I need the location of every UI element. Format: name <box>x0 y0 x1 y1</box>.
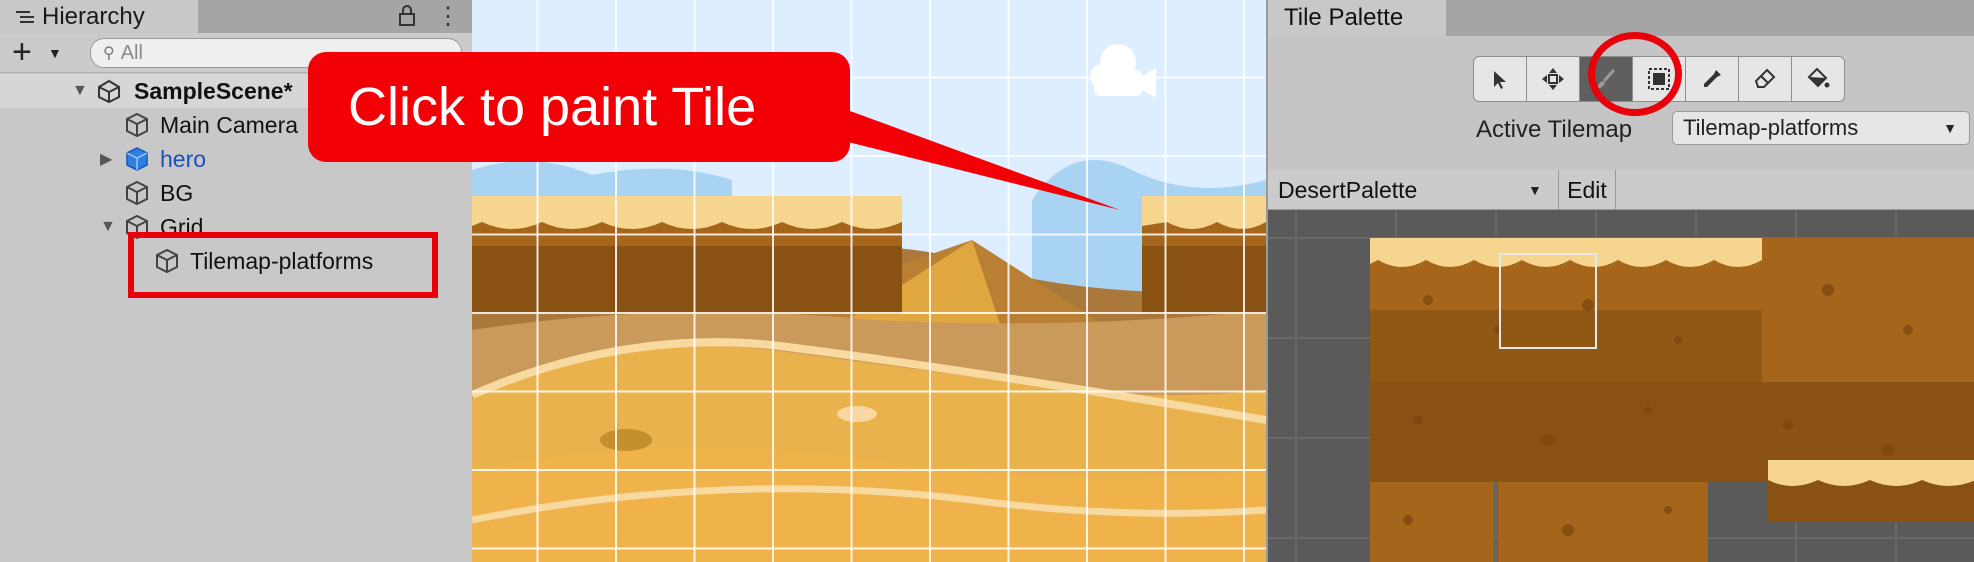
eyedropper-icon <box>1704 70 1721 87</box>
tree-item-label: BG <box>160 179 194 206</box>
move-tool-icon <box>1542 68 1564 90</box>
highlight-circle <box>1588 32 1682 116</box>
palette-tiles <box>1268 210 1974 562</box>
hierarchy-header: Hierarchy ⋮ <box>0 0 472 33</box>
palette-grid[interactable] <box>1268 210 1974 562</box>
active-tilemap-label: Active Tilemap <box>1476 116 1633 143</box>
paint-bucket-button[interactable] <box>1791 56 1845 102</box>
tile-palette-panel: Tile Palette Active Tilemap Tilemap-plat… <box>1266 0 1974 562</box>
highlight-box <box>128 232 438 298</box>
eraser-button[interactable] <box>1738 56 1792 102</box>
select-tool-icon <box>1494 71 1506 89</box>
expand-arrow-icon[interactable]: ▼ <box>100 218 116 236</box>
tree-item-label: Main Camera <box>160 111 299 138</box>
callout-label: Click to paint Tile <box>308 52 850 162</box>
palette-dropdown[interactable]: DesertPalette ▼ <box>1268 170 1558 210</box>
prefab-cube-icon <box>126 147 148 171</box>
lock-icon[interactable] <box>398 4 416 26</box>
search-placeholder: All <box>120 41 143 64</box>
scene-name: SampleScene* <box>134 77 293 104</box>
palette-name: DesertPalette <box>1278 176 1418 203</box>
palette-bar: DesertPalette ▼ Edit <box>1268 170 1974 210</box>
palette-header: Tile Palette <box>1268 0 1974 36</box>
tab-tile-palette[interactable]: Tile Palette <box>1268 0 1446 36</box>
chevron-down-icon: ▼ <box>1528 182 1542 198</box>
kebab-menu-icon[interactable]: ⋮ <box>436 2 460 31</box>
active-tilemap-dropdown[interactable]: Tilemap-platforms ▼ <box>1672 111 1970 145</box>
hierarchy-title: Hierarchy <box>42 2 145 30</box>
caret-down-icon[interactable]: ▼ <box>48 45 62 61</box>
add-button[interactable]: + <box>12 35 32 69</box>
paint-bucket-icon <box>1807 67 1830 88</box>
gameobject-cube-icon <box>126 112 148 138</box>
move-tool-button[interactable] <box>1526 56 1580 102</box>
tab-hierarchy[interactable]: Hierarchy <box>0 0 198 33</box>
eyedropper-button[interactable] <box>1685 56 1739 102</box>
list-icon <box>16 9 34 25</box>
gameobject-cube-icon <box>126 180 148 206</box>
edit-button[interactable]: Edit <box>1558 170 1616 210</box>
expand-arrow-icon[interactable]: ▼ <box>72 82 88 100</box>
search-icon: ⚲ <box>103 45 115 62</box>
tree-item-label: hero <box>160 145 207 172</box>
unity-scene-icon <box>98 79 120 104</box>
expand-arrow-icon[interactable]: ▶ <box>100 149 112 169</box>
eraser-icon <box>1754 68 1776 88</box>
tree-item-bg[interactable]: BG <box>0 176 472 210</box>
chevron-down-icon: ▼ <box>1943 120 1957 136</box>
select-tool-button[interactable] <box>1473 56 1527 102</box>
active-tilemap-value: Tilemap-platforms <box>1683 115 1859 140</box>
callout-text: Click to paint Tile <box>348 77 757 137</box>
